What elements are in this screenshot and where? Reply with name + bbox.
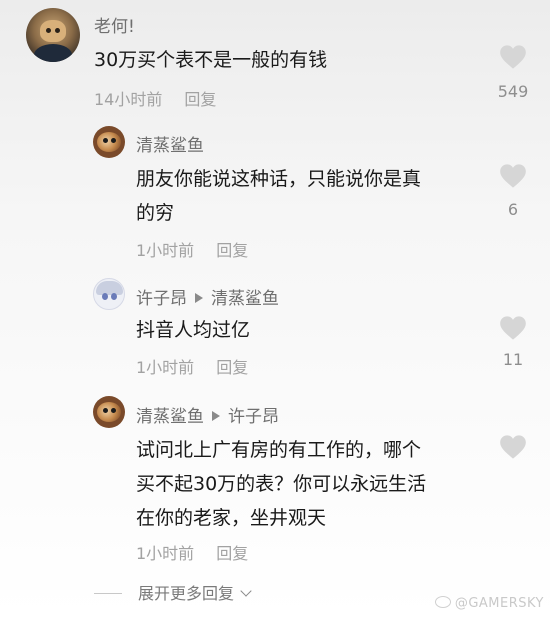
like-count: 11	[502, 350, 524, 369]
chevron-down-icon	[240, 585, 252, 597]
like-heart-icon[interactable]	[499, 315, 527, 341]
comment-author[interactable]: 清蒸鲨鱼	[136, 131, 204, 156]
comment-time: 1小时前	[136, 544, 195, 563]
avatar[interactable]	[26, 8, 80, 62]
reply-button[interactable]: 回复	[216, 358, 248, 377]
comment-meta: 1小时前 回复	[136, 237, 248, 261]
like-heart-icon[interactable]	[499, 163, 527, 189]
like-heart-icon[interactable]	[499, 434, 527, 460]
comment-meta: 1小时前 回复	[136, 540, 248, 564]
comment-text-line: 朋友你能说这种话，只能说你是真	[136, 168, 422, 190]
like-heart-icon[interactable]	[499, 44, 527, 70]
reply-button[interactable]: 回复	[184, 90, 216, 109]
watermark-text: @GAMERSKY	[454, 596, 544, 611]
avatar[interactable]	[93, 396, 125, 428]
comment-time: 1小时前	[136, 241, 195, 260]
comment-author[interactable]: 许子昂	[136, 289, 187, 309]
comment-author[interactable]: 老何!	[94, 12, 135, 37]
comment-time: 14小时前	[94, 90, 163, 109]
comment-text-line: 在你的老家，坐井观天	[136, 507, 327, 529]
reply-button[interactable]: 回复	[216, 544, 248, 563]
watermark: @GAMERSKY	[434, 596, 544, 611]
comment-author[interactable]: 清蒸鲨鱼	[136, 407, 204, 427]
reply-arrow-icon	[212, 411, 220, 421]
reply-to-user[interactable]: 许子昂	[228, 407, 279, 427]
divider-line	[94, 593, 122, 594]
avatar[interactable]	[93, 278, 125, 310]
comment-text-line: 30万买个表不是一般的有钱	[94, 49, 328, 71]
comment-time: 1小时前	[136, 358, 195, 377]
comment-text-line: 试问北上广有房的有工作的，哪个	[136, 439, 422, 461]
comment-meta: 1小时前 回复	[136, 354, 248, 378]
reply-author-line: 清蒸鲨鱼 许子昂	[136, 402, 279, 427]
like-count: 6	[507, 200, 519, 219]
reply-button[interactable]: 回复	[216, 241, 248, 260]
avatar[interactable]	[93, 126, 125, 158]
weibo-logo-icon	[434, 596, 451, 608]
like-count: 549	[497, 82, 529, 101]
reply-author-line: 许子昂 清蒸鲨鱼	[136, 284, 279, 309]
comment-text-line: 的穷	[136, 202, 175, 224]
expand-more-replies-button[interactable]: 展开更多回复	[94, 580, 252, 604]
comment-meta: 14小时前 回复	[94, 86, 216, 110]
comment-text-line: 抖音人均过亿	[136, 319, 251, 341]
comment-text-line: 买不起30万的表？你可以永远生活	[136, 473, 427, 495]
reply-to-user[interactable]: 清蒸鲨鱼	[211, 289, 279, 309]
reply-arrow-icon	[195, 293, 203, 303]
expand-label: 展开更多回复	[138, 584, 235, 603]
